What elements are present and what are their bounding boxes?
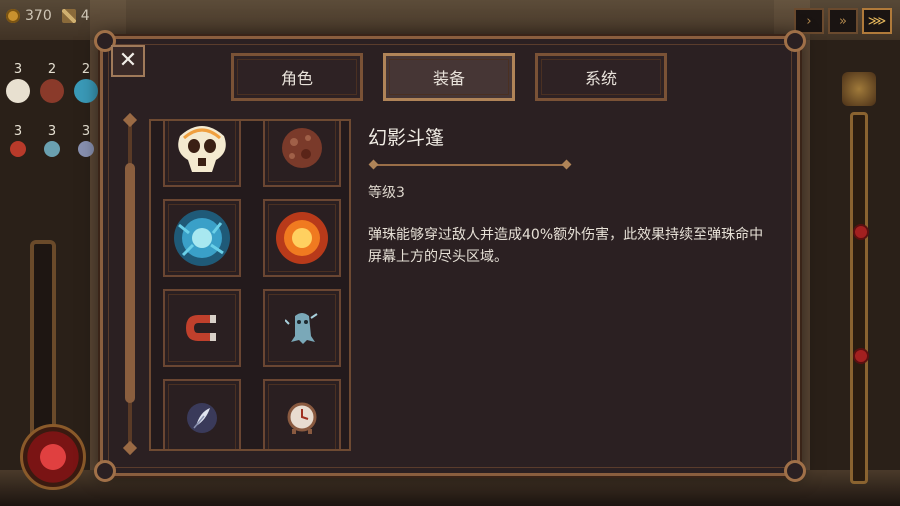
coin-counter: 370 bbox=[6, 8, 52, 24]
pickup-count: 3 bbox=[47, 124, 57, 139]
pickup-slot: 3 bbox=[38, 124, 66, 157]
blue-fire-icon bbox=[74, 79, 98, 103]
close-button[interactable]: ✕ bbox=[111, 45, 145, 77]
ghost-icon bbox=[285, 313, 318, 344]
pickup-slot: 2 bbox=[38, 62, 66, 103]
speed-2x-button[interactable]: » bbox=[828, 8, 858, 34]
title-divider bbox=[368, 159, 572, 170]
pickup-count: 2 bbox=[47, 62, 57, 77]
item-slot-rock[interactable] bbox=[263, 121, 341, 187]
gauge-bar bbox=[30, 240, 56, 440]
pickup-slot: 3 bbox=[4, 62, 32, 103]
pickup-count: 3 bbox=[13, 124, 23, 139]
inventory-scrollbar[interactable] bbox=[122, 112, 138, 456]
pickup-slot: 3 bbox=[72, 124, 100, 157]
item-slot-phantom-cloak[interactable] bbox=[263, 289, 341, 367]
demon-head-icon bbox=[842, 72, 876, 106]
item-description: 弹珠能够穿过敌人并造成40%额外伤害，此效果持续至弹珠命中屏幕上方的尽头区域。 bbox=[368, 227, 764, 265]
gauge-marker bbox=[853, 348, 869, 364]
speed-3x-button[interactable]: ⋙ bbox=[862, 8, 892, 34]
magnet-icon bbox=[186, 315, 216, 341]
modal-tabs: 角色 装备 系统 bbox=[231, 53, 667, 101]
frame-ornament bbox=[94, 460, 116, 482]
feather-icon bbox=[78, 141, 94, 157]
resource-hud: 370 4 bbox=[6, 8, 90, 24]
frame-ornament bbox=[784, 30, 806, 52]
rock-icon bbox=[40, 79, 64, 103]
scroll-cap bbox=[122, 440, 138, 456]
magnet-icon bbox=[10, 141, 26, 157]
left-power-gauge bbox=[20, 240, 86, 490]
frame-ornament bbox=[784, 460, 806, 482]
tab-character[interactable]: 角色 bbox=[231, 53, 363, 101]
scroll-cap bbox=[122, 112, 138, 128]
gauge-bar bbox=[850, 112, 868, 484]
item-slot-clock[interactable] bbox=[263, 379, 341, 449]
pickup-count: 3 bbox=[13, 62, 23, 77]
rock-icon bbox=[282, 128, 322, 168]
power-orb-icon[interactable] bbox=[20, 424, 86, 490]
scroll-thumb[interactable] bbox=[125, 163, 135, 403]
tab-equipment[interactable]: 装备 bbox=[383, 53, 515, 101]
skull-icon bbox=[6, 79, 30, 103]
divider-ornament bbox=[368, 159, 379, 170]
divider-ornament bbox=[561, 159, 572, 170]
speed-controls: › » ⋙ bbox=[794, 8, 892, 34]
item-slot-fireball[interactable] bbox=[263, 199, 341, 277]
wand-counter: 4 bbox=[61, 8, 90, 24]
coin-count: 370 bbox=[25, 8, 52, 24]
pickup-count: 3 bbox=[81, 124, 91, 139]
coin-icon bbox=[6, 9, 20, 23]
equipment-modal: ✕ 角色 装备 系统 幻影斗篷 等级3 弹珠能够穿过敌人并造成40%额外伤害，此… bbox=[94, 30, 806, 482]
gauge-marker bbox=[853, 224, 869, 240]
blue-fire-icon bbox=[174, 210, 230, 266]
item-detail-pane: 幻影斗篷 等级3 弹珠能够穿过敌人并造成40%额外伤害，此效果持续至弹珠命中屏幕… bbox=[368, 123, 788, 268]
item-slot-skull[interactable] bbox=[163, 121, 241, 187]
tab-system[interactable]: 系统 bbox=[535, 53, 667, 101]
fireball-icon bbox=[276, 212, 328, 264]
divider-line bbox=[376, 164, 564, 166]
pickup-slot: 2 bbox=[72, 62, 100, 103]
wand-icon bbox=[61, 9, 76, 23]
skull-icon bbox=[178, 126, 226, 172]
item-level: 等级3 bbox=[368, 185, 405, 201]
ghost-icon bbox=[44, 141, 60, 157]
feather-icon bbox=[187, 403, 217, 433]
item-slot-magnet[interactable] bbox=[163, 289, 241, 367]
right-progress-gauge bbox=[842, 72, 876, 492]
clock-icon bbox=[287, 402, 317, 434]
inventory-grid bbox=[149, 119, 351, 451]
wand-count: 4 bbox=[80, 8, 90, 24]
pickup-count: 2 bbox=[81, 62, 91, 77]
item-slot-blue-flame[interactable] bbox=[163, 199, 241, 277]
item-title: 幻影斗篷 bbox=[368, 127, 445, 149]
pickup-slot: 3 bbox=[4, 124, 32, 157]
item-slot-feather[interactable] bbox=[163, 379, 241, 449]
